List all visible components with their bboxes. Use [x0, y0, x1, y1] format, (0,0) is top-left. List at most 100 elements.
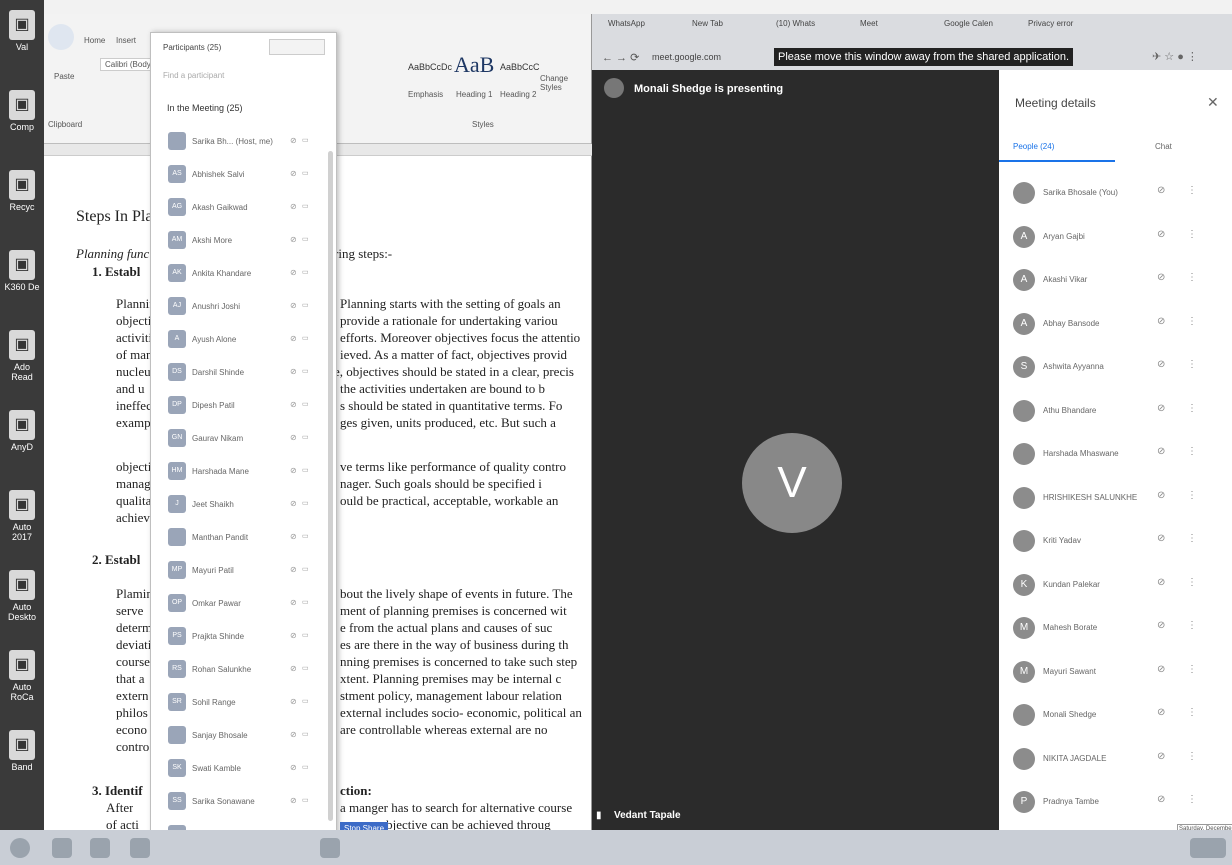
camera-off-icon[interactable]: ▭ [302, 169, 309, 177]
people-row[interactable]: Harshada Mhaswane ⊘ ⋮ [999, 431, 1232, 477]
more-options-icon[interactable]: ⋮ [1187, 620, 1197, 631]
mic-muted-icon[interactable]: ⊘ [290, 235, 297, 244]
mic-muted-icon[interactable]: ⊘ [290, 268, 297, 277]
people-row[interactable]: A Abhay Bansode ⊘ ⋮ [999, 301, 1232, 347]
panel-window-controls[interactable] [269, 39, 325, 55]
browser-tab[interactable]: Meet [860, 19, 938, 43]
taskbar-chrome-icon[interactable] [130, 838, 150, 858]
more-options-icon[interactable]: ⋮ [1187, 229, 1197, 240]
more-options-icon[interactable]: ⋮ [1187, 707, 1197, 718]
more-options-icon[interactable]: ⋮ [1187, 577, 1197, 588]
camera-off-icon[interactable]: ▭ [302, 565, 309, 573]
browser-tab[interactable]: WhatsApp [608, 19, 686, 43]
mic-muted-icon[interactable]: ⊘ [290, 796, 297, 805]
participant-row[interactable]: PS Prajkta Shinde ⊘ ▭ [151, 620, 336, 653]
mic-muted-icon[interactable]: ⊘ [290, 334, 297, 343]
mic-muted-icon[interactable]: ⊘ [290, 532, 297, 541]
participant-row[interactable]: J Jeet Shaikh ⊘ ▭ [151, 488, 336, 521]
mic-off-icon[interactable]: ⊘ [1157, 664, 1165, 675]
mic-off-icon[interactable]: ⊘ [1157, 185, 1165, 196]
people-row[interactable]: M Mahesh Borate ⊘ ⋮ [999, 605, 1232, 651]
desktop-icon[interactable]: ▣ Comp [3, 90, 41, 132]
mic-muted-icon[interactable]: ⊘ [290, 433, 297, 442]
mic-off-icon[interactable]: ⊘ [1157, 490, 1165, 501]
mic-muted-icon[interactable]: ⊘ [290, 664, 297, 673]
mic-muted-icon[interactable]: ⊘ [290, 367, 297, 376]
camera-off-icon[interactable]: ▭ [302, 202, 309, 210]
style-heading2[interactable]: AaBbCcC [500, 62, 540, 72]
mic-muted-icon[interactable]: ⊘ [290, 631, 297, 640]
mic-muted-icon[interactable]: ⊘ [290, 301, 297, 310]
desktop-icon[interactable]: ▣ Band [3, 730, 41, 772]
participant-row[interactable]: AM Akshi More ⊘ ▭ [151, 224, 336, 257]
more-options-icon[interactable]: ⋮ [1187, 664, 1197, 675]
browser-tab[interactable]: Privacy error [1028, 19, 1106, 43]
camera-off-icon[interactable]: ▭ [302, 400, 309, 408]
camera-off-icon[interactable]: ▭ [302, 235, 309, 243]
more-options-icon[interactable]: ⋮ [1187, 794, 1197, 805]
participant-row[interactable]: AS Abhishek Salvi ⊘ ▭ [151, 158, 336, 191]
mic-off-icon[interactable]: ⊘ [1157, 316, 1165, 327]
mic-off-icon[interactable]: ⊘ [1157, 533, 1165, 544]
mic-off-icon[interactable]: ⊘ [1157, 229, 1165, 240]
mic-off-icon[interactable]: ⊘ [1157, 707, 1165, 718]
participant-row[interactable]: Sarika Bh... (Host, me) ⊘ ▭ [151, 125, 336, 158]
participant-row[interactable]: DP Dipesh Patil ⊘ ▭ [151, 389, 336, 422]
address-bar[interactable]: meet.google.com [652, 52, 721, 62]
mic-off-icon[interactable]: ⊘ [1157, 403, 1165, 414]
desktop-icon[interactable]: ▣ Ado Read [3, 330, 41, 382]
more-options-icon[interactable]: ⋮ [1187, 446, 1197, 457]
mic-muted-icon[interactable]: ⊘ [290, 499, 297, 508]
mic-off-icon[interactable]: ⊘ [1157, 359, 1165, 370]
mic-off-icon[interactable]: ⊘ [1157, 794, 1165, 805]
style-heading1[interactable]: AaB [454, 52, 494, 78]
mic-muted-icon[interactable]: ⊘ [290, 400, 297, 409]
browser-tab[interactable]: Google Calen [944, 19, 1022, 43]
mic-off-icon[interactable]: ⊘ [1157, 446, 1165, 457]
tab-home[interactable]: Home [84, 36, 105, 45]
more-options-icon[interactable]: ⋮ [1187, 272, 1197, 283]
participant-row[interactable]: AJ Anushri Joshi ⊘ ▭ [151, 290, 336, 323]
people-row[interactable]: Monali Shedge ⊘ ⋮ [999, 692, 1232, 738]
start-button[interactable] [10, 838, 30, 858]
more-options-icon[interactable]: ⋮ [1187, 359, 1197, 370]
participant-row[interactable]: SR Sohil Range ⊘ ▭ [151, 686, 336, 719]
people-row[interactable]: M Mayuri Sawant ⊘ ⋮ [999, 649, 1232, 695]
more-options-icon[interactable]: ⋮ [1187, 185, 1197, 196]
camera-off-icon[interactable]: ▭ [302, 598, 309, 606]
mic-muted-icon[interactable]: ⊘ [290, 169, 297, 178]
style-normal[interactable]: AaBbCcDc [408, 62, 452, 72]
camera-off-icon[interactable]: ▭ [302, 763, 309, 771]
mic-muted-icon[interactable]: ⊘ [290, 730, 297, 739]
camera-off-icon[interactable]: ▭ [302, 499, 309, 507]
mic-muted-icon[interactable]: ⊘ [290, 763, 297, 772]
camera-off-icon[interactable]: ▭ [302, 301, 309, 309]
participant-row[interactable]: SS Sarika Sonawane ⊘ ▭ [151, 785, 336, 818]
browser-tab[interactable]: New Tab [692, 19, 770, 43]
more-options-icon[interactable]: ⋮ [1187, 490, 1197, 501]
people-row[interactable]: S Ashwita Ayyanna ⊘ ⋮ [999, 344, 1232, 390]
tab-insert[interactable]: Insert [116, 36, 136, 45]
mic-muted-icon[interactable]: ⊘ [290, 136, 297, 145]
participant-row[interactable]: A Ayush Alone ⊘ ▭ [151, 323, 336, 356]
people-row[interactable]: A Aryan Gajbi ⊘ ⋮ [999, 214, 1232, 260]
people-row[interactable]: Sarika Bhosale (You) ⊘ ⋮ [999, 170, 1232, 216]
participant-row[interactable]: OP Omkar Pawar ⊘ ▭ [151, 587, 336, 620]
desktop-icon[interactable]: ▣ Val [3, 10, 41, 52]
people-row[interactable]: K Kundan Palekar ⊘ ⋮ [999, 562, 1232, 608]
camera-off-icon[interactable]: ▭ [302, 268, 309, 276]
camera-off-icon[interactable]: ▭ [302, 334, 309, 342]
change-styles-button[interactable]: Change Styles [540, 74, 580, 92]
nav-buttons[interactable]: ← → ⟳ [602, 51, 639, 64]
mic-muted-icon[interactable]: ⊘ [290, 202, 297, 211]
participant-row[interactable]: Sanjay Bhosale ⊘ ▭ [151, 719, 336, 752]
mic-off-icon[interactable]: ⊘ [1157, 272, 1165, 283]
camera-off-icon[interactable]: ▭ [302, 697, 309, 705]
people-tab[interactable]: People (24) [1013, 142, 1054, 151]
participant-row[interactable]: AG Akash Gaikwad ⊘ ▭ [151, 191, 336, 224]
mic-off-icon[interactable]: ⊘ [1157, 620, 1165, 631]
mic-muted-icon[interactable]: ⊘ [290, 598, 297, 607]
browser-tab[interactable]: (10) Whats [776, 19, 854, 43]
chat-tab[interactable]: Chat [1155, 142, 1172, 151]
mic-muted-icon[interactable]: ⊘ [290, 565, 297, 574]
